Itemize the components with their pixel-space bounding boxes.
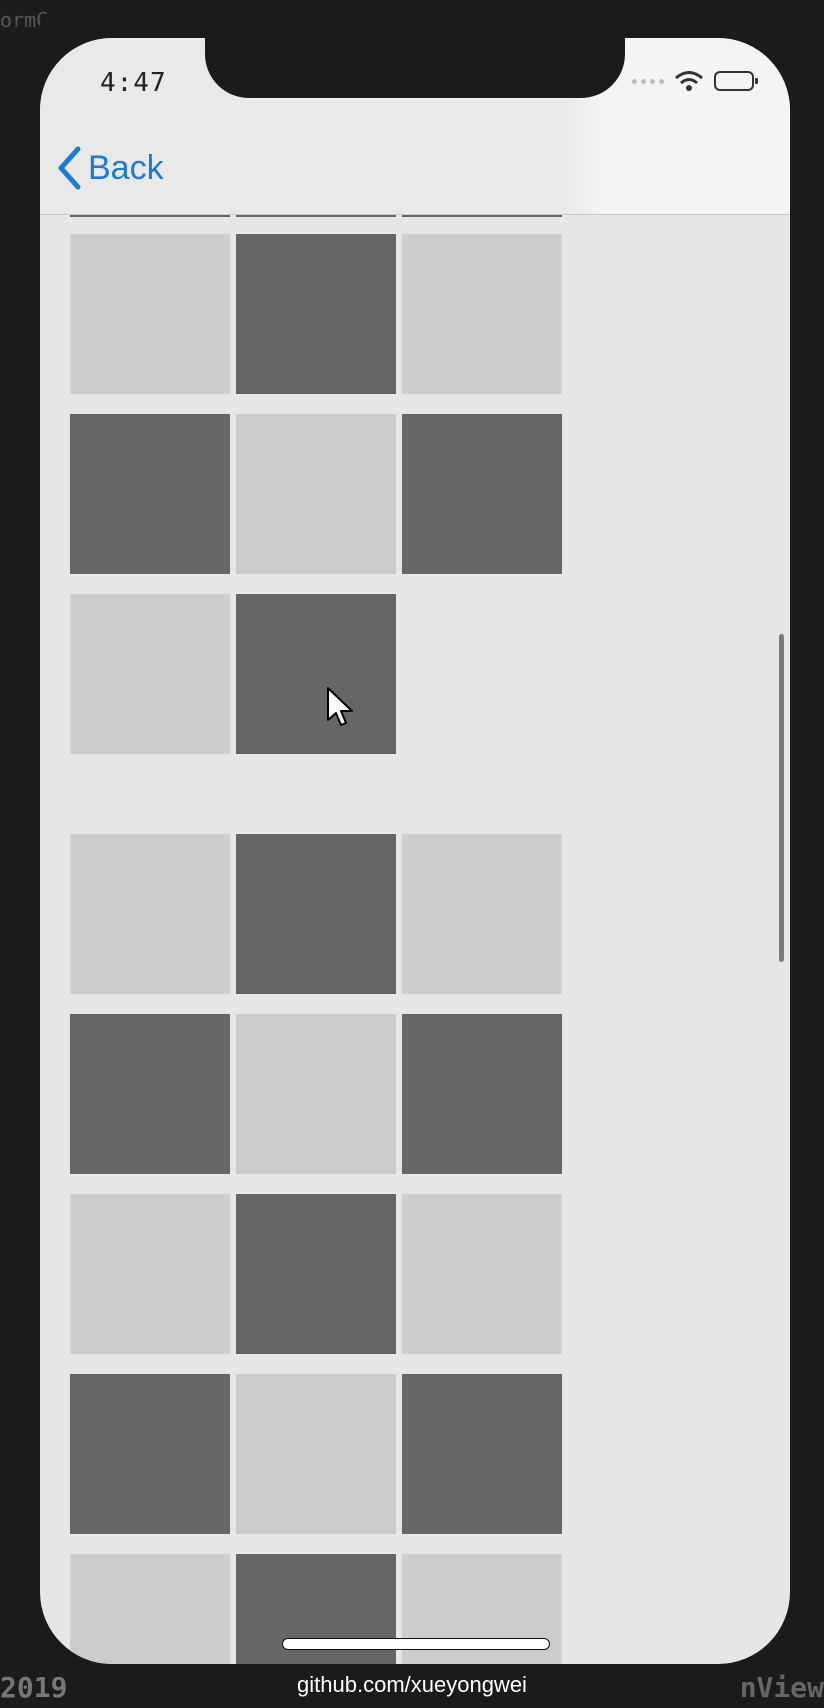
battery-icon	[714, 71, 758, 91]
status-time: 4:47	[100, 68, 167, 98]
mouse-cursor-icon	[327, 687, 353, 726]
phone-screen: 4:47 Back	[40, 38, 790, 1664]
grid-cell[interactable]	[70, 414, 230, 574]
grid-cell[interactable]	[236, 834, 396, 994]
status-icons	[632, 70, 760, 92]
grid-cell[interactable]	[236, 1014, 396, 1174]
grid-cell[interactable]	[402, 1374, 562, 1534]
chevron-left-icon	[58, 146, 81, 190]
grid-cell[interactable]	[70, 1374, 230, 1534]
grid-cell[interactable]	[402, 1194, 562, 1354]
grid-cell[interactable]	[402, 414, 562, 574]
phone-frame: 4:47 Back	[0, 0, 824, 1708]
grid-cell[interactable]	[70, 594, 230, 754]
grid-cell[interactable]	[402, 234, 562, 394]
signal-dots-icon	[632, 78, 664, 84]
notch	[205, 38, 625, 98]
back-label: Back	[88, 148, 164, 187]
home-indicator[interactable]	[282, 1638, 550, 1650]
grid-cell[interactable]	[236, 1194, 396, 1354]
grid-cell[interactable]	[70, 1554, 230, 1664]
grid-cell[interactable]	[70, 234, 230, 394]
grid-cell[interactable]	[236, 1374, 396, 1534]
wifi-icon	[675, 71, 703, 91]
grid-cell[interactable]	[70, 1194, 230, 1354]
grid-cell[interactable]	[236, 234, 396, 394]
grid-cell[interactable]	[70, 1014, 230, 1174]
back-button[interactable]: Back	[56, 146, 164, 190]
watermark-text: github.com/xueyongwei	[297, 1672, 527, 1697]
grid-cell[interactable]	[236, 594, 396, 754]
grid-cell[interactable]	[236, 414, 396, 574]
grid-cell[interactable]	[70, 834, 230, 994]
grid-cell[interactable]	[402, 834, 562, 994]
scroll-indicator[interactable]	[779, 634, 784, 962]
collection-view[interactable]	[40, 214, 790, 1664]
grid-cell[interactable]	[402, 1014, 562, 1174]
